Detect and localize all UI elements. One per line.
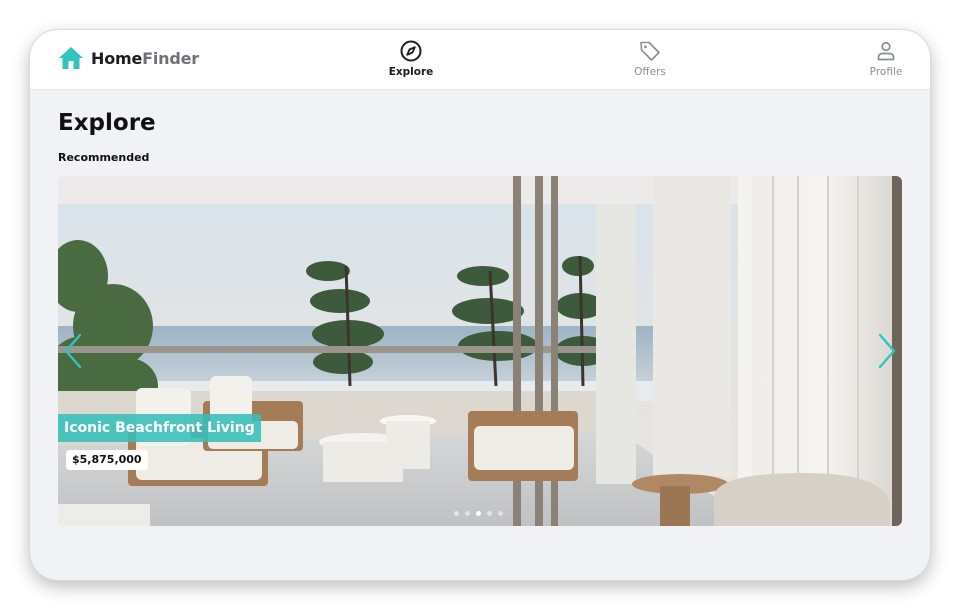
app-name: HomeFinder <box>91 49 199 68</box>
app-name-home: Home <box>91 48 143 68</box>
carousel-next-arrow-icon[interactable] <box>874 331 898 371</box>
carousel-dot-3[interactable] <box>476 511 481 516</box>
recommended-carousel[interactable]: Iconic Beachfront Living $5,875,000 <box>58 176 902 526</box>
nav-tab-offers-label: Offers <box>634 66 666 78</box>
nav-tab-profile[interactable]: Profile <box>846 39 926 78</box>
listing-title[interactable]: Iconic Beachfront Living <box>58 414 261 442</box>
carousel-dot-2[interactable] <box>465 511 470 516</box>
house-icon <box>59 47 83 69</box>
page-title: Explore <box>58 110 156 136</box>
app-logo[interactable]: HomeFinder <box>58 45 199 71</box>
carousel-dot-4[interactable] <box>487 511 492 516</box>
nav-tab-explore-label: Explore <box>388 66 434 78</box>
tag-icon <box>640 41 660 61</box>
nav-tab-explore[interactable]: Explore <box>371 39 451 78</box>
listing-price: $5,875,000 <box>66 450 148 470</box>
listing-photo[interactable] <box>58 176 902 526</box>
user-icon <box>877 41 895 61</box>
carousel-dot-1[interactable] <box>454 511 459 516</box>
app-window: HomeFinder Explore Offers Profile Explor… <box>30 30 930 580</box>
carousel-pagination <box>454 511 509 516</box>
nav-tab-profile-label: Profile <box>869 66 903 78</box>
app-name-finder: Finder <box>142 48 199 68</box>
carousel-dot-5[interactable] <box>498 511 503 516</box>
nav-tab-offers[interactable]: Offers <box>610 39 690 78</box>
top-navigation-bar: HomeFinder Explore Offers Profile <box>30 30 930 90</box>
compass-icon <box>400 40 422 62</box>
carousel-prev-arrow-icon[interactable] <box>62 331 86 371</box>
section-heading-recommended: Recommended <box>58 151 150 164</box>
